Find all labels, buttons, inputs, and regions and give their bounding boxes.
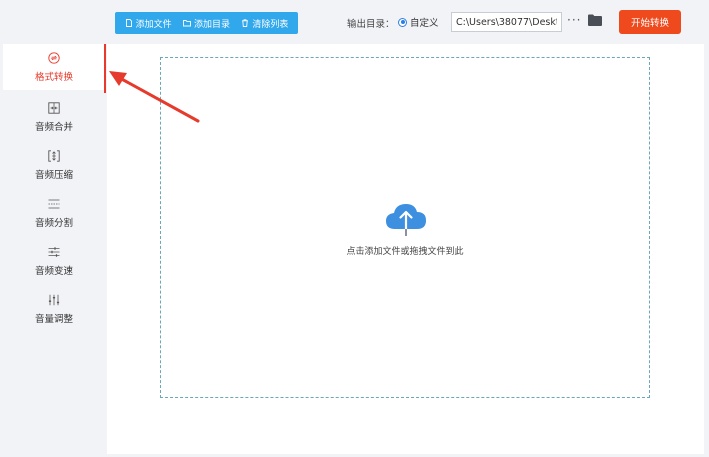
output-path-input[interactable] — [451, 12, 562, 32]
sidebar-item-format-convert[interactable]: 格式转换 — [3, 44, 105, 90]
merge-icon — [48, 101, 60, 114]
folder-outline-icon — [183, 20, 191, 27]
output-dir-label: 输出目录： — [347, 19, 395, 30]
file-icon — [125, 19, 132, 27]
sidebar-item-audio-merge[interactable]: 音频合并 — [3, 94, 105, 140]
clear-list-button[interactable]: 清除列表 — [241, 17, 288, 30]
radio-selected-icon[interactable] — [398, 17, 407, 27]
add-directory-button[interactable]: 添加目录 — [183, 17, 230, 30]
folder-icon[interactable] — [588, 14, 602, 26]
sidebar-item-label: 音频分割 — [34, 217, 73, 229]
trash-icon — [242, 19, 249, 27]
top-toolbar: 添加文件 添加目录 清除列表 输出目录： 自定义 ··· 开始转换 — [0, 0, 709, 44]
file-button-group: 添加文件 添加目录 清除列表 — [115, 12, 298, 34]
clear-list-label: 清除列表 — [252, 19, 289, 30]
custom-output-radio[interactable]: 自定义 — [398, 15, 439, 29]
speed-icon — [48, 246, 60, 257]
sidebar-item-label: 音频合并 — [34, 121, 73, 133]
sidebar-item-volume-adjust[interactable]: 音量调整 — [3, 286, 105, 332]
cloud-upload-icon[interactable] — [384, 199, 428, 239]
split-icon — [48, 199, 60, 208]
add-file-button[interactable]: 添加文件 — [125, 17, 172, 30]
drop-hint-text: 点击添加文件或拖拽文件到此 — [346, 247, 464, 257]
start-convert-label: 开始转换 — [630, 18, 669, 29]
sidebar-item-audio-split[interactable]: 音频分割 — [3, 190, 105, 236]
sidebar-item-label: 音频压缩 — [34, 169, 73, 181]
start-convert-button[interactable]: 开始转换 — [619, 10, 681, 34]
volume-icon — [48, 294, 60, 305]
sidebar-item-audio-compress[interactable]: 音频压缩 — [3, 142, 105, 188]
active-indicator — [104, 44, 106, 93]
add-file-label: 添加文件 — [135, 19, 172, 30]
sidebar-item-label: 格式转换 — [34, 71, 73, 83]
sidebar: 格式转换 音频合并 音频压缩 音频分割 音频变速 音量调整 — [3, 44, 105, 457]
add-directory-label: 添加目录 — [193, 19, 230, 30]
sidebar-item-audio-speed[interactable]: 音频变速 — [3, 238, 105, 284]
format-convert-icon — [48, 51, 60, 64]
custom-option-label: 自定义 — [410, 18, 439, 29]
sidebar-item-label: 音频变速 — [34, 265, 73, 277]
browse-more-button[interactable]: ··· — [567, 13, 581, 27]
sidebar-item-label: 音量调整 — [34, 313, 73, 325]
compress-icon — [48, 149, 60, 162]
